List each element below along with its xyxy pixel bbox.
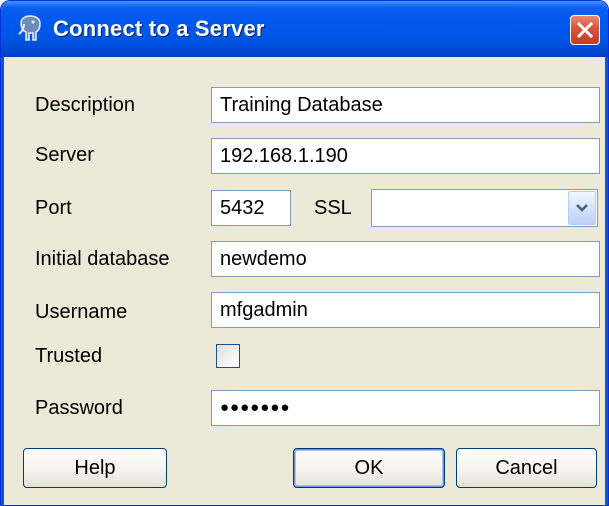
username-label: Username	[35, 301, 128, 323]
chevron-down-icon	[576, 204, 588, 212]
password-label: Password	[35, 397, 123, 419]
cancel-button[interactable]: Cancel	[456, 448, 597, 488]
server-label: Server	[35, 144, 94, 166]
close-button[interactable]	[570, 15, 600, 45]
ssl-label: SSL	[314, 197, 352, 219]
server-input[interactable]: 192.168.1.190	[211, 138, 600, 174]
help-button[interactable]: Help	[23, 448, 167, 488]
initial-database-input[interactable]: newdemo	[211, 241, 600, 277]
title-bar[interactable]: Connect to a Server	[1, 1, 608, 57]
ssl-select[interactable]	[371, 189, 598, 227]
username-input[interactable]: mfgadmin	[211, 292, 600, 328]
trusted-checkbox[interactable]	[216, 344, 240, 368]
port-input[interactable]: 5432	[211, 190, 291, 226]
ssl-dropdown-button[interactable]	[568, 191, 596, 225]
ok-button[interactable]: OK	[293, 448, 445, 488]
port-label: Port	[35, 197, 72, 219]
elephant-icon	[18, 15, 41, 41]
description-label: Description	[35, 94, 136, 116]
window-title: Connect to a Server	[53, 16, 265, 41]
close-icon	[577, 22, 593, 38]
dialog-body	[1, 57, 608, 505]
trusted-label: Trusted	[35, 345, 103, 367]
initial-database-label: Initial database	[35, 248, 170, 270]
connect-dialog: Connect to a Server Description Training…	[0, 0, 609, 506]
description-input[interactable]: Training Database	[211, 87, 600, 123]
password-input[interactable]: ●●●●●●●	[211, 390, 600, 426]
